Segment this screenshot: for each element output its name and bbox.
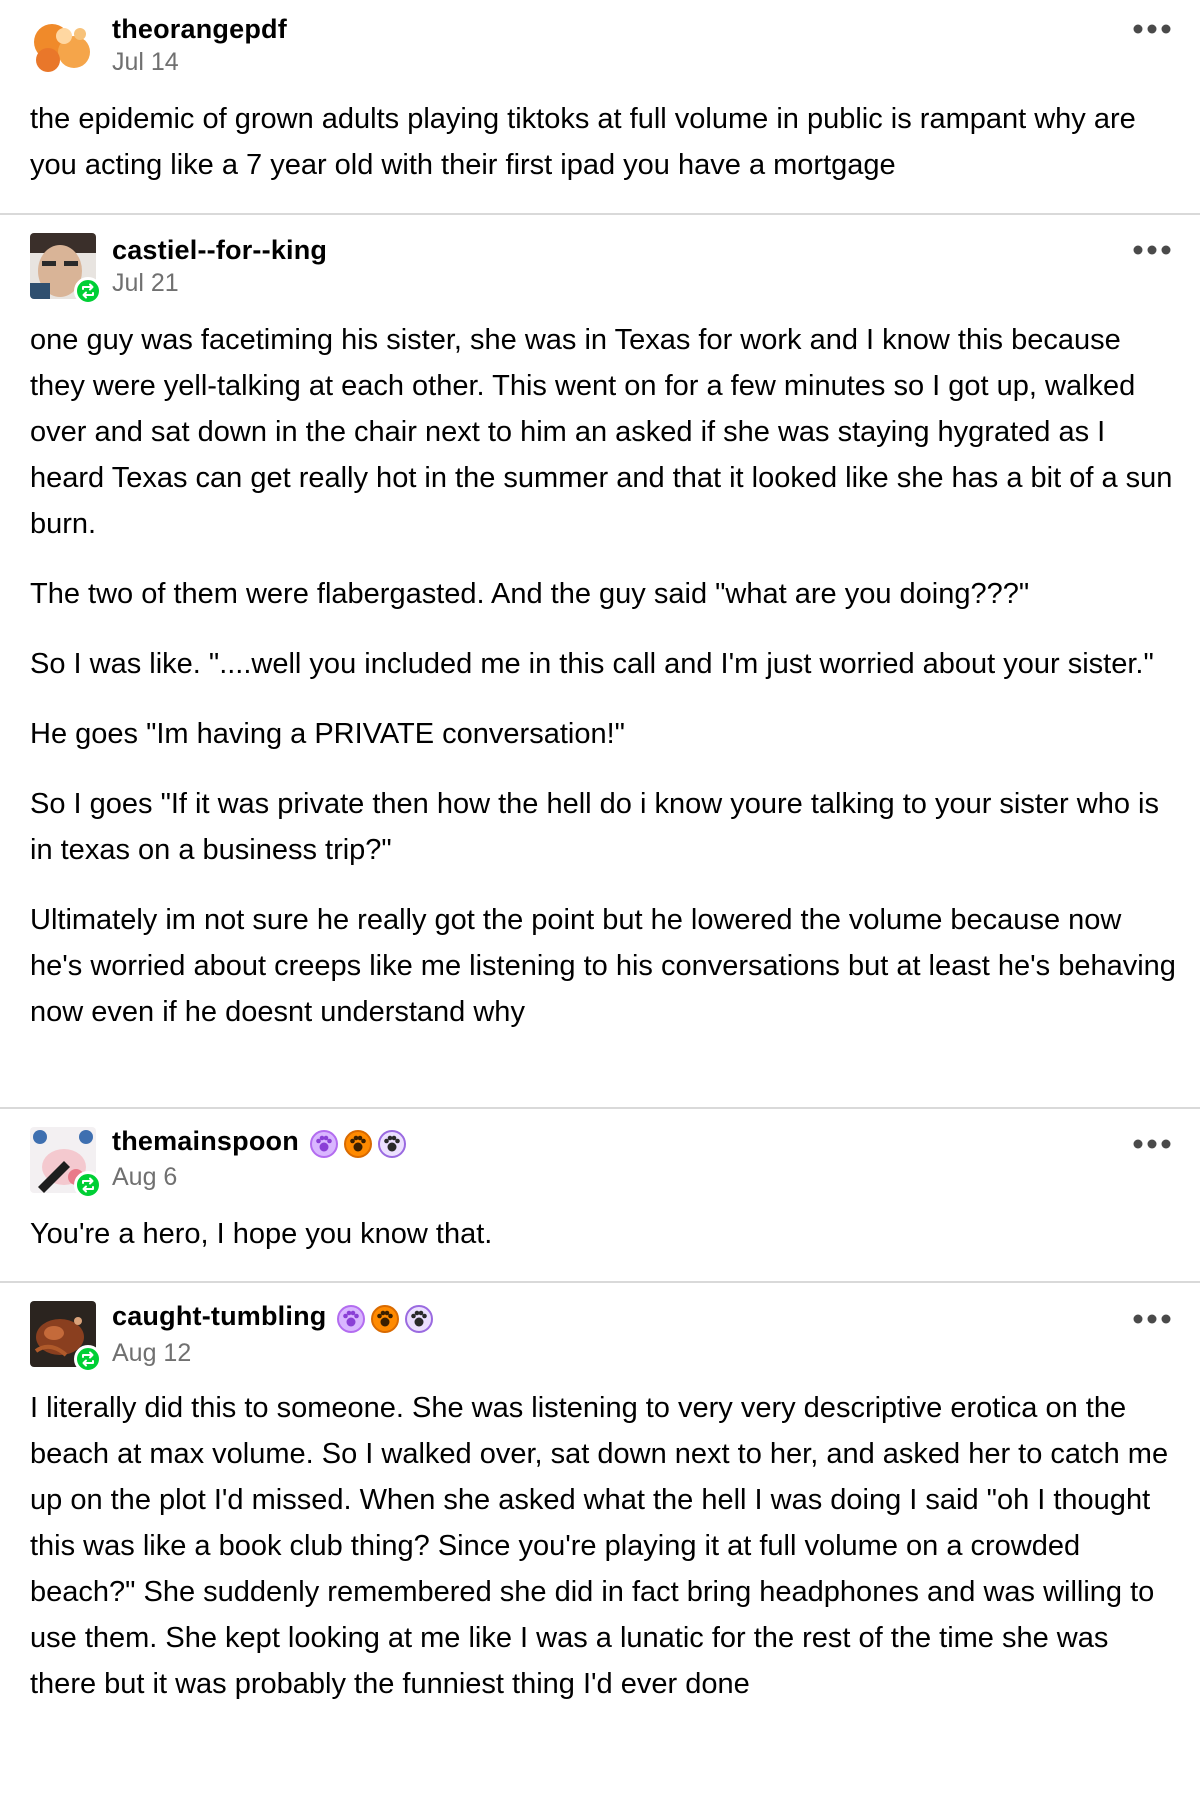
post-paragraph: The two of them were flabergasted. And t… [30, 578, 1030, 610]
paw-badge-icon [309, 1129, 339, 1159]
post-paragraph: the epidemic of grown adults playing tik… [30, 103, 1136, 181]
badge-group[interactable] [332, 1302, 434, 1334]
post-body: I literally did this to someone. She was… [30, 1385, 1180, 1731]
post-paragraph: one guy was facetiming his sister, she w… [30, 324, 1173, 540]
post-paragraph: You're a hero, I hope you know that. [30, 1218, 493, 1250]
post-body: You're a hero, I hope you know that. [30, 1211, 1180, 1281]
avatar-image [30, 14, 96, 80]
reblog-icon [82, 1351, 94, 1367]
ellipsis-icon [1133, 1139, 1171, 1149]
username-row: themainspoon [112, 1126, 407, 1159]
username[interactable]: castiel--for--king [112, 235, 327, 266]
post-divider [0, 1281, 1200, 1283]
paw-badge-icon [370, 1304, 400, 1334]
post-paragraph: So I was like. "....well you included me… [30, 648, 1154, 680]
avatar[interactable] [30, 14, 96, 80]
more-options-button[interactable] [1132, 1312, 1172, 1326]
reblog-icon [82, 1177, 94, 1193]
post-date[interactable]: Aug 12 [112, 1339, 191, 1368]
more-options-button[interactable] [1132, 22, 1172, 36]
paw-badge-icon [336, 1304, 366, 1334]
post-date[interactable]: Aug 6 [112, 1163, 177, 1192]
username[interactable]: caught-tumbling [112, 1301, 326, 1331]
ellipsis-icon [1133, 245, 1171, 255]
username[interactable]: themainspoon [112, 1126, 299, 1156]
more-options-button[interactable] [1132, 243, 1172, 257]
post-date[interactable]: Jul 14 [112, 48, 179, 77]
reblog-thread: theorangepdf Jul 14 the epidemic of grow… [0, 0, 1200, 1799]
avatar[interactable] [30, 1301, 102, 1373]
reblog-badge [74, 1345, 102, 1373]
post-paragraph: Ultimately im not sure he really got the… [30, 904, 1176, 1028]
username-row: caught-tumbling [112, 1301, 434, 1334]
reblog-badge [74, 1171, 102, 1199]
post-body: the epidemic of grown adults playing tik… [30, 96, 1180, 212]
post-paragraph: I literally did this to someone. She was… [30, 1392, 1169, 1700]
username[interactable]: theorangepdf [112, 14, 287, 45]
reblog-icon [82, 283, 94, 299]
paw-badge-icon [404, 1304, 434, 1334]
post-body: one guy was facetiming his sister, she w… [30, 317, 1180, 1059]
paw-badge-icon [377, 1129, 407, 1159]
avatar[interactable] [30, 1127, 102, 1199]
post-paragraph: He goes "Im having a PRIVATE conversatio… [30, 718, 625, 750]
ellipsis-icon [1133, 24, 1171, 34]
post-divider [0, 1107, 1200, 1109]
post-divider [0, 213, 1200, 215]
ellipsis-icon [1133, 1314, 1171, 1324]
reblog-badge [74, 277, 102, 305]
paw-badge-icon [343, 1129, 373, 1159]
more-options-button[interactable] [1132, 1137, 1172, 1151]
badge-group[interactable] [305, 1127, 407, 1159]
avatar[interactable] [30, 233, 102, 305]
post-date[interactable]: Jul 21 [112, 269, 179, 298]
post-paragraph: So I goes "If it was private then how th… [30, 788, 1159, 866]
